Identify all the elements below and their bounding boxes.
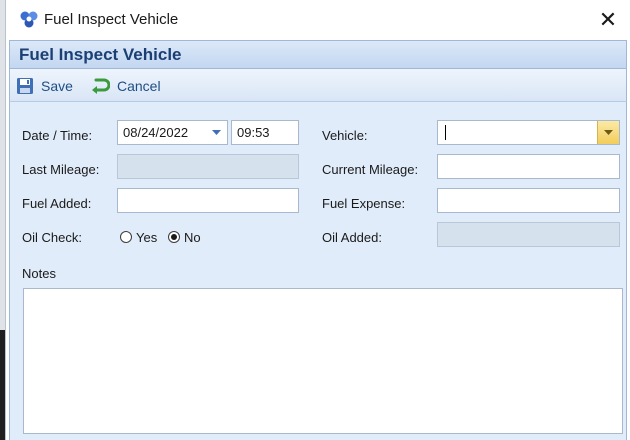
current-mileage-input[interactable] xyxy=(437,154,620,179)
text-cursor xyxy=(445,125,446,140)
oil-check-label: Oil Check: xyxy=(22,230,82,245)
current-mileage-label: Current Mileage: xyxy=(322,162,419,177)
time-value: 09:53 xyxy=(237,125,270,140)
fuel-added-input[interactable] xyxy=(117,188,299,213)
oil-added-label: Oil Added: xyxy=(322,230,382,245)
oil-added-field xyxy=(437,222,620,247)
window-title: Fuel Inspect Vehicle xyxy=(44,11,179,28)
toolbar: Save Cancel xyxy=(9,69,627,102)
save-button-label: Save xyxy=(41,78,73,94)
cancel-icon xyxy=(92,78,110,94)
cancel-button[interactable]: Cancel xyxy=(90,76,161,96)
dialog-window: Fuel Inspect Vehicle ✕ Fuel Inspect Vehi… xyxy=(5,0,630,440)
oil-check-no-radio[interactable] xyxy=(168,231,180,243)
form-header: Fuel Inspect Vehicle xyxy=(9,40,627,69)
date-time-label: Date / Time: xyxy=(22,128,93,143)
title-bar: Fuel Inspect Vehicle ✕ xyxy=(6,0,630,40)
oil-check-yes-label[interactable]: Yes xyxy=(136,230,157,245)
chevron-down-icon xyxy=(604,129,613,135)
oil-check-yes-radio[interactable] xyxy=(120,231,132,243)
vehicle-combobox[interactable] xyxy=(437,120,620,145)
fuel-expense-input[interactable] xyxy=(437,188,620,213)
form-body: Date / Time: 08/24/2022 09:53 Vehicle: L… xyxy=(9,102,627,440)
save-button[interactable]: Save xyxy=(16,76,73,96)
app-icon xyxy=(20,11,38,28)
vehicle-label: Vehicle: xyxy=(322,128,368,143)
save-icon xyxy=(17,78,33,94)
fuel-added-label: Fuel Added: xyxy=(22,196,92,211)
fuel-expense-label: Fuel Expense: xyxy=(322,196,406,211)
close-icon: ✕ xyxy=(598,7,618,32)
date-input[interactable]: 08/24/2022 xyxy=(117,120,228,145)
form-header-title: Fuel Inspect Vehicle xyxy=(19,45,182,64)
chevron-down-icon xyxy=(211,129,221,135)
close-button[interactable]: ✕ xyxy=(585,0,630,40)
last-mileage-field xyxy=(117,154,299,179)
time-input[interactable]: 09:53 xyxy=(231,120,299,145)
cancel-button-label: Cancel xyxy=(117,78,161,94)
date-dropdown-button[interactable] xyxy=(205,121,227,144)
vehicle-dropdown-button[interactable] xyxy=(597,121,619,144)
notes-textarea[interactable] xyxy=(23,288,623,434)
last-mileage-label: Last Mileage: xyxy=(22,162,100,177)
date-value: 08/24/2022 xyxy=(123,125,189,140)
notes-label: Notes xyxy=(22,266,56,281)
oil-check-no-label[interactable]: No xyxy=(184,230,201,245)
